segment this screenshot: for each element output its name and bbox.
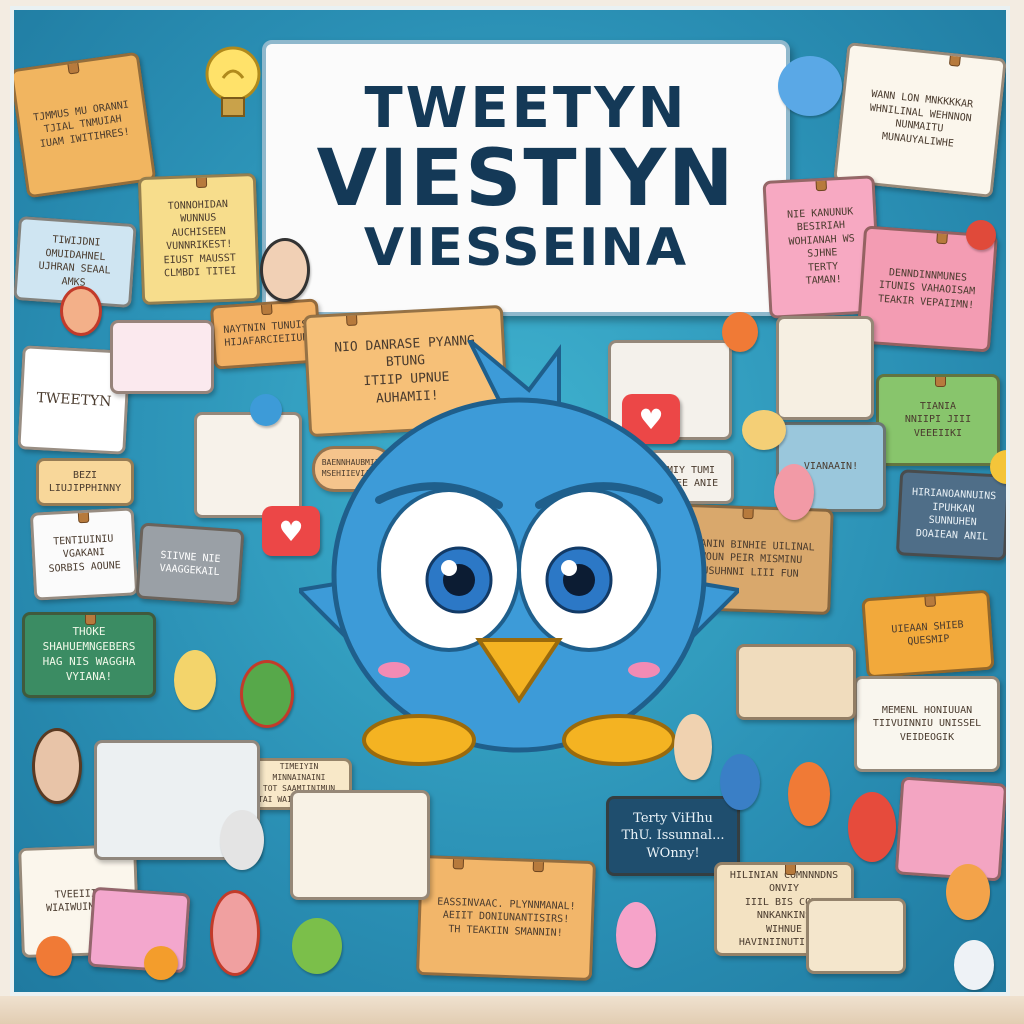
note-bottom-orange: EASSINVAAC. PLYNNMANAL! AEIIT DONIUNANTI…: [415, 854, 597, 982]
note-blank: [194, 412, 302, 518]
note-text: NAYTNIN TUNUIS HIJAFARCIEIIUN: [223, 318, 309, 349]
character-icon: [60, 286, 102, 336]
note-text: UIEAAN SHIEB QUESMIP: [891, 619, 964, 648]
note-bezi: BEZI LIUJIPPHINNY: [36, 458, 134, 506]
note-text: MEMENL HONIUUAN TIIVUINNIU UNISSEL VEIDE…: [872, 704, 982, 743]
note-blank: [894, 776, 1006, 882]
note-yellow: TONNOHIDAN WUNNUS AUCHISEEN VUNNRIKEST! …: [137, 172, 261, 306]
note-navy-right: HIRIANOANNUINS IPUHKAN SUNNUHEN DOAIEAN …: [895, 469, 1006, 561]
character-icon: [722, 312, 758, 352]
character-icon: [966, 220, 996, 250]
note-top-right: WANN LON MNKKKKAR WHNILINAL WEHNNON NUNM…: [833, 42, 1006, 198]
title-card: TWEETYN VIESTIYN VIESSEINA: [262, 40, 790, 316]
character-icon: [616, 902, 656, 968]
floor: [0, 996, 1024, 1024]
note-blank: [736, 644, 856, 720]
character-icon: [240, 660, 294, 728]
note-text: WANN LON MNKKKKAR WHNILINAL WEHNNON NUNM…: [869, 88, 974, 150]
character-icon: [210, 890, 260, 976]
note-text: TIWIJDNI OMUIDAHNEL UJHRAN SEAAL AMKS: [38, 234, 111, 289]
character-icon: [742, 410, 786, 450]
note-text: SIIVNE NIE VAAGGEKAIL: [159, 549, 221, 579]
character-icon: [260, 238, 310, 302]
note-text: BEZI LIUJIPPHINNY: [48, 469, 122, 495]
character-icon: [788, 762, 830, 826]
note-text: TENTIUINIU VGAKANI SORBIS AOUNE: [48, 533, 122, 575]
note-green-right: TIANIA NNIIPI JIII VEEEIIKI: [876, 374, 1000, 466]
note-text: EASSINVAAC. PLYNNMANAL! AEIIT DONIUNANTI…: [437, 896, 576, 939]
note-green-left: THOKE SHAHUEMNGEBERS HAG NIS WAGGHA VYIA…: [22, 612, 156, 698]
note-orange-right: UIEAAN SHIEB QUESMIP: [861, 589, 995, 679]
character-icon: [292, 918, 342, 974]
note-blank: [776, 316, 874, 420]
character-icon: [674, 714, 712, 780]
note-text: TWEETYN: [36, 389, 112, 410]
character-icon: [720, 754, 760, 810]
note-grey: SIIVNE NIE VAAGGEKAIL: [135, 522, 245, 606]
character-icon: [144, 946, 178, 980]
character-icon: [774, 464, 814, 520]
character-icon: [946, 864, 990, 920]
note-blank: [806, 898, 906, 974]
note-text: TJMMUS MU ORANNI TJIAL TNMUIAH IUAM IWIT…: [32, 99, 131, 150]
note-blank: [290, 790, 430, 900]
title-line-2: VIESTIYN: [316, 134, 736, 225]
character-icon: [778, 56, 842, 116]
note-text: THOKE SHAHUEMNGEBERS HAG NIS WAGGHA VYIA…: [42, 625, 136, 683]
note-top-left: TJMMUS MU ORANNI TJIAL TNMUIAH IUAM IWIT…: [14, 51, 157, 199]
note-text: NIE KANUNUK BESIRIAH WOHIANAH WS SJHNE T…: [786, 205, 855, 287]
note-text: TONNOHIDAN WUNNUS AUCHISEEN VUNNRIKEST! …: [163, 198, 237, 280]
character-icon: [220, 810, 264, 870]
character-icon: [954, 940, 994, 990]
pinboard: TWEETYN VIESTIYN VIESSEINA TJMMUS MU ORA…: [10, 6, 1010, 996]
note-text: Terty ViHhu ThU. Issunnal... WOnny!: [621, 810, 725, 861]
character-icon: [36, 936, 72, 976]
note-left-white: TENTIUINIU VGAKANI SORBIS AOUNE: [29, 507, 139, 601]
character-icon: [174, 650, 216, 710]
character-icon: [250, 394, 282, 426]
character-icon: [848, 792, 896, 862]
bird-mascot-icon: [299, 340, 739, 766]
title-line-3: VIESSEINA: [363, 218, 689, 279]
note-text: VIANAAIN!: [803, 461, 859, 473]
note-white-right: MEMENL HONIUUAN TIIVUINNIU UNISSEL VEIDE…: [854, 676, 1000, 772]
character-icon: [32, 728, 82, 804]
note-text: HIRIANOANNUINS IPUHKAN SUNNUHEN DOAIEAN …: [911, 486, 997, 543]
title-line-1: TWEETYN: [364, 76, 688, 142]
note-blank: [110, 320, 214, 394]
note-text: TIANIA NNIIPI JIII VEEEIIKI: [904, 400, 972, 439]
note-text: DENNDINNMUNES ITUNIS VAHAOISAM TEAKIR VE…: [877, 267, 976, 312]
lightbulb-icon: [205, 46, 261, 117]
